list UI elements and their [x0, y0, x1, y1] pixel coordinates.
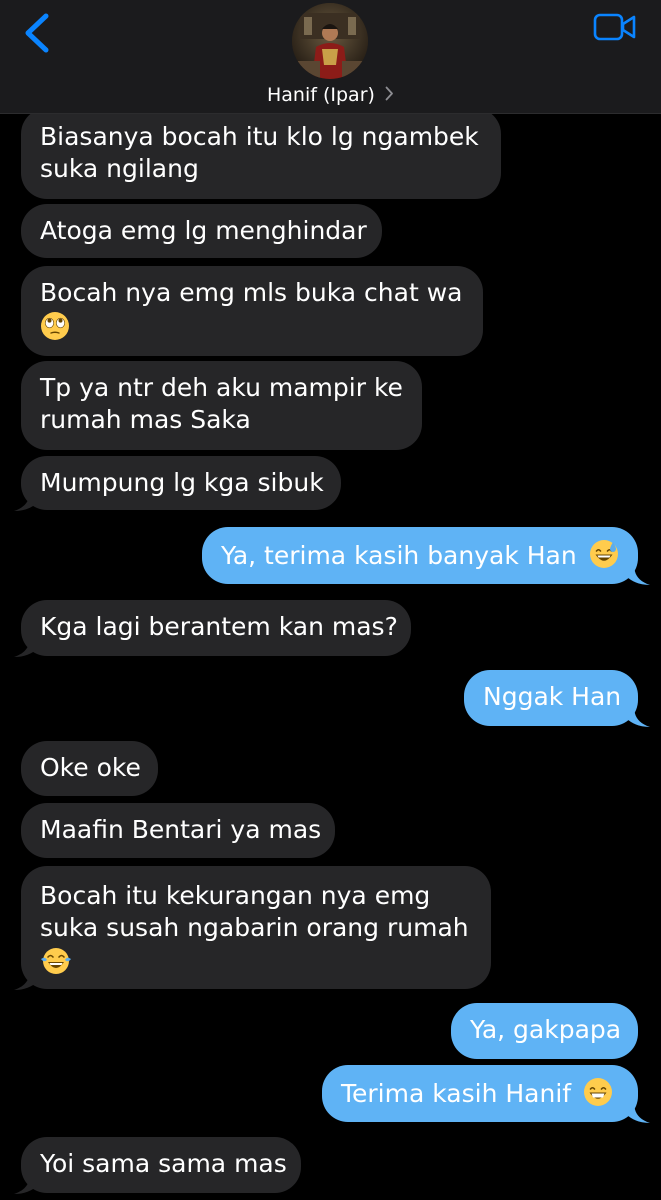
message-text: Mumpung lg kga sibuk — [40, 468, 324, 497]
video-camera-icon[interactable] — [593, 12, 637, 42]
contact-name-button[interactable]: Hanif (Ipar) — [0, 84, 661, 106]
bubble-tail — [626, 564, 650, 585]
message-bubble-incoming[interactable]: Mumpung lg kga sibuk — [21, 456, 341, 510]
message-bubble-incoming[interactable]: Bocah itu kekurangan nya emg suka susah … — [21, 866, 491, 989]
message-text: Ya, gakpapa — [470, 1015, 622, 1044]
contact-name: Hanif (Ipar) — [267, 84, 375, 106]
message-text: Atoga emg lg menghindar — [40, 216, 367, 245]
message-text: Oke oke — [40, 753, 141, 782]
bubble-tail — [14, 636, 38, 657]
message-text: suka susah ngabarin orang rumah — [40, 913, 469, 942]
message-bubble-incoming[interactable]: Biasanya bocah itu klo lg ngambek suka n… — [21, 108, 501, 199]
face-with-rolling-eyes-icon — [41, 312, 69, 340]
chevron-left-icon[interactable] — [18, 10, 58, 56]
message-text: Ya, terima kasih banyak Han — [221, 541, 577, 570]
message-bubble-outgoing[interactable]: Terima kasih Hanif — [322, 1065, 638, 1122]
avatar[interactable] — [292, 3, 368, 79]
message-bubble-incoming[interactable]: Oke oke — [21, 741, 158, 796]
face-with-tears-of-joy-icon — [41, 948, 71, 974]
message-text: Kga lagi berantem kan mas? — [40, 612, 398, 641]
contact-photo — [292, 3, 368, 79]
beaming-face-with-smiling-eyes-icon — [584, 1078, 613, 1106]
message-bubble-incoming[interactable]: Yoi sama sama mas — [21, 1137, 301, 1193]
bubble-tail — [14, 969, 38, 990]
conversation-header: Hanif (Ipar) — [0, 0, 661, 114]
message-text: rumah mas Saka — [40, 405, 251, 434]
message-text: Nggak Han — [483, 682, 622, 711]
message-bubble-incoming[interactable]: Atoga emg lg menghindar — [21, 204, 382, 258]
message-text: Terima kasih Hanif — [341, 1079, 572, 1108]
message-text: Maafin Bentari ya mas — [40, 815, 322, 844]
bubble-tail — [626, 1102, 650, 1123]
message-text: Bocah nya emg mls buka chat wa — [40, 278, 463, 307]
grinning-face-with-sweat-icon — [589, 540, 618, 568]
message-text: Tp ya ntr deh aku mampir ke — [40, 373, 403, 402]
chevron-right-icon — [385, 86, 393, 101]
message-bubble-incoming[interactable]: Kga lagi berantem kan mas? — [21, 600, 411, 656]
message-bubble-incoming[interactable]: Maafin Bentari ya mas — [21, 803, 335, 858]
bubble-tail — [14, 490, 38, 511]
message-text: Yoi sama sama mas — [40, 1149, 287, 1178]
message-bubble-outgoing[interactable]: Nggak Han — [464, 670, 638, 726]
bubble-tail — [14, 1173, 38, 1194]
message-bubble-incoming[interactable]: Bocah nya emg mls buka chat wa — [21, 266, 483, 356]
message-bubble-outgoing[interactable]: Ya, terima kasih banyak Han — [202, 527, 638, 584]
message-bubble-incoming[interactable]: Tp ya ntr deh aku mampir ke rumah mas Sa… — [21, 361, 422, 450]
message-text: Bocah itu kekurangan nya emg — [40, 881, 431, 910]
message-text: Biasanya bocah itu klo lg ngambek — [40, 122, 479, 151]
message-bubble-outgoing[interactable]: Ya, gakpapa — [451, 1003, 638, 1059]
bubble-tail — [626, 706, 650, 727]
message-text: suka ngilang — [40, 154, 199, 183]
